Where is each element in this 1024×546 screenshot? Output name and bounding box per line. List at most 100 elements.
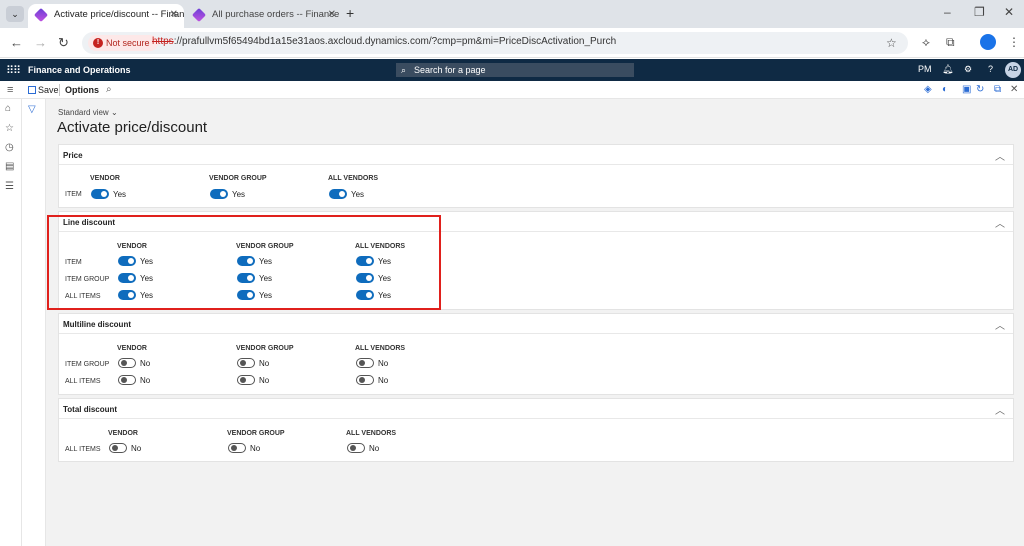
toggle-switch[interactable] xyxy=(329,189,347,199)
page-search-box[interactable]: ⌕ Search for a page xyxy=(396,63,634,77)
user-avatar[interactable]: AD xyxy=(1005,62,1021,78)
row-label: ALL ITEMS xyxy=(65,446,101,453)
minimize-icon[interactable]: – xyxy=(944,5,951,19)
chevron-down-icon: ⌄ xyxy=(110,108,118,117)
refresh-icon[interactable]: ↻ xyxy=(976,84,984,95)
toggle-switch[interactable] xyxy=(118,273,136,283)
filter-pane: ▽ xyxy=(22,99,46,546)
section-title: Price xyxy=(63,151,83,160)
toggle-switch[interactable] xyxy=(118,290,136,300)
section-header[interactable]: Total discount ︿ xyxy=(59,399,1013,419)
toggle-switch[interactable] xyxy=(237,290,255,300)
toggle-switch[interactable] xyxy=(237,256,255,266)
extension-icon[interactable]: ⟡ xyxy=(922,35,930,50)
more-menu-icon[interactable]: ⋮ xyxy=(1008,35,1020,49)
toggle-value: Yes xyxy=(259,291,273,300)
close-icon[interactable]: ✕ xyxy=(1010,84,1018,95)
url-path: ://prafullvm5f65494bd1a15e31aos.axcloud.… xyxy=(173,36,617,47)
toggle-switch[interactable] xyxy=(109,443,127,453)
toggle-switch[interactable] xyxy=(356,358,374,368)
toggle-switch[interactable] xyxy=(91,189,109,199)
column-header: VENDOR GROUP xyxy=(236,243,294,250)
toggle-value: Yes xyxy=(259,257,273,266)
bookmark-star-icon[interactable]: ☆ xyxy=(886,36,897,50)
toggle-switch[interactable] xyxy=(356,290,374,300)
toggle-switch[interactable] xyxy=(347,443,365,453)
chevron-up-icon[interactable]: ︿ xyxy=(995,317,1005,332)
settings-gear-icon[interactable]: ⚙ xyxy=(964,64,972,75)
toggle-switch[interactable] xyxy=(356,273,374,283)
url-text[interactable]: https://prafullvm5f65494bd1a15e31aos.axc… xyxy=(152,36,616,47)
app-launcher-icon[interactable]: ⠿⠿ xyxy=(6,64,21,77)
toggle-value: Yes xyxy=(378,274,392,283)
section-header[interactable]: Line discount ︿ xyxy=(59,212,1013,232)
toggle-switch[interactable] xyxy=(210,189,228,199)
back-icon[interactable]: ← xyxy=(10,35,23,50)
row-label: ITEM xyxy=(65,259,82,266)
toggle-value: No xyxy=(140,359,151,368)
search-icon: ⌕ xyxy=(401,65,407,75)
browser-tabstrip: ⌄ Activate price/discount -- Finan ✕ All… xyxy=(0,0,1024,28)
chevron-up-icon[interactable]: ︿ xyxy=(995,402,1005,417)
save-label: Save xyxy=(38,85,59,95)
section-header[interactable]: Multiline discount ︿ xyxy=(59,314,1013,334)
home-icon[interactable]: ⌂ xyxy=(5,103,11,114)
toggle-value: No xyxy=(378,376,389,385)
diamond-icon[interactable]: ◈ xyxy=(924,84,932,95)
forward-icon[interactable]: → xyxy=(34,35,47,50)
security-label: Not secure xyxy=(106,38,150,48)
toggle-value: Yes xyxy=(113,190,127,199)
open-new-window-icon[interactable]: ⧉ xyxy=(994,84,1001,95)
browser-tab[interactable]: All purchase orders -- Finance a ✕ xyxy=(186,4,342,28)
column-header: ALL VENDORS xyxy=(355,345,406,352)
options-tab[interactable]: Options xyxy=(65,85,99,95)
toggle-switch[interactable] xyxy=(356,375,374,385)
filter-icon[interactable]: ▽ xyxy=(28,104,36,115)
nav-menu-icon[interactable]: ≡ xyxy=(7,84,13,96)
restore-icon[interactable]: ❐ xyxy=(974,5,985,19)
chevron-up-icon[interactable]: ︿ xyxy=(995,148,1005,163)
puzzle-icon[interactable]: ⧉ xyxy=(946,35,955,50)
tab-title: Activate price/discount -- Finan xyxy=(54,9,184,20)
view-label: Standard view xyxy=(58,108,109,117)
company-picker[interactable]: PM xyxy=(918,64,932,74)
workspaces-icon[interactable]: ▤ xyxy=(5,161,14,172)
tab-search-button[interactable]: ⌄ xyxy=(6,6,24,22)
new-tab-button[interactable]: + xyxy=(346,5,354,21)
toggle-switch[interactable] xyxy=(118,256,136,266)
toggle-value: No xyxy=(378,359,389,368)
save-button[interactable]: Save xyxy=(28,85,59,95)
url-omnibox[interactable]: ! Not secure https://prafullvm5f65494bd1… xyxy=(82,32,908,54)
close-window-icon[interactable]: ✕ xyxy=(1004,5,1014,19)
toggle-switch[interactable] xyxy=(237,375,255,385)
security-chip[interactable]: ! Not secure xyxy=(88,35,158,51)
tab-title: All purchase orders -- Finance a xyxy=(212,9,342,20)
action-pane: ≡ Save Options ⌕ ◈ ◐ ▣ ↻ ⧉ ✕ xyxy=(0,81,1024,99)
favorites-star-icon[interactable]: ☆ xyxy=(5,123,14,134)
help-icon[interactable]: ? xyxy=(988,64,993,74)
multiline-discount-section: Multiline discount ︿ VENDOR VENDOR GROUP… xyxy=(58,313,1014,395)
toggle-switch[interactable] xyxy=(118,375,136,385)
toggle-switch[interactable] xyxy=(237,273,255,283)
modules-list-icon[interactable]: ☰ xyxy=(5,181,14,192)
close-tab-icon[interactable]: ✕ xyxy=(170,4,178,26)
toggle-switch[interactable] xyxy=(118,358,136,368)
view-selector[interactable]: Standard view ⌄ xyxy=(58,108,118,117)
browser-tab-active[interactable]: Activate price/discount -- Finan ✕ xyxy=(28,4,184,28)
column-header: VENDOR xyxy=(90,175,120,182)
toggle-switch[interactable] xyxy=(228,443,246,453)
column-header: VENDOR GROUP xyxy=(236,345,294,352)
total-discount-section: Total discount ︿ VENDOR VENDOR GROUP ALL… xyxy=(58,398,1014,462)
chevron-up-icon[interactable]: ︿ xyxy=(995,215,1005,230)
reload-icon[interactable]: ↻ xyxy=(58,35,69,51)
toggle-switch[interactable] xyxy=(356,256,374,266)
profile-avatar-icon[interactable] xyxy=(980,34,996,50)
attachment-icon[interactable]: ▣ xyxy=(962,84,971,95)
section-header[interactable]: Price ︿ xyxy=(59,145,1013,165)
toggle-switch[interactable] xyxy=(237,358,255,368)
notification-bell-icon[interactable]: 🔔︎ xyxy=(942,64,953,75)
search-icon[interactable]: ⌕ xyxy=(106,84,112,95)
recent-clock-icon[interactable]: ◷ xyxy=(5,142,14,153)
close-tab-icon[interactable]: ✕ xyxy=(328,4,336,26)
office-icon[interactable]: ◐ xyxy=(942,84,948,95)
